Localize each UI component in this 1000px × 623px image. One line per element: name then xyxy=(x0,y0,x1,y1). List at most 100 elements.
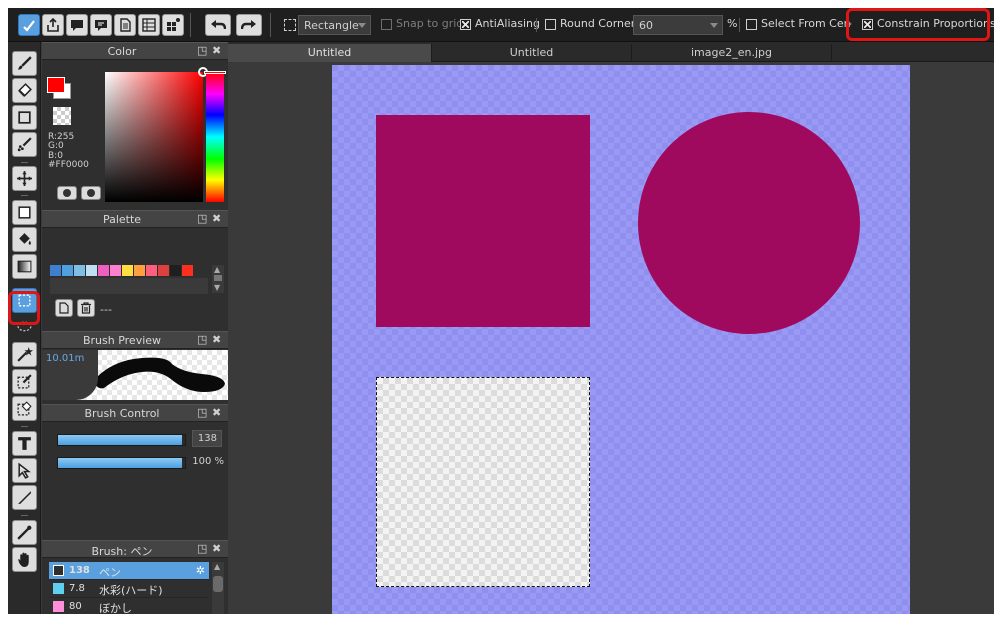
gear-icon[interactable]: ✲ xyxy=(196,564,205,577)
color-panel-header: Color ◳ ✖ xyxy=(42,42,228,60)
popout-icon[interactable]: ◳ xyxy=(197,212,207,225)
palette-swatch[interactable] xyxy=(122,265,133,276)
tab-untitled-2[interactable]: Untitled xyxy=(432,44,632,62)
magic-wand-tool-button[interactable] xyxy=(12,342,37,367)
snap-to-grid-checkbox[interactable] xyxy=(381,19,392,30)
move-tool-button[interactable] xyxy=(12,166,37,191)
grid-settings-button[interactable] xyxy=(162,14,184,36)
close-icon[interactable]: ✖ xyxy=(212,542,221,555)
new-palette-button[interactable] xyxy=(55,299,73,317)
close-icon[interactable]: ✖ xyxy=(212,406,221,419)
close-icon[interactable]: ✖ xyxy=(212,333,221,346)
palette-swatch[interactable] xyxy=(86,265,97,276)
scroll-thumb[interactable] xyxy=(213,576,223,592)
brush-name: ぼかし xyxy=(99,602,132,614)
list-item[interactable]: 138 ペン ✲ xyxy=(49,562,209,580)
eyedropper-tool-button[interactable] xyxy=(12,520,37,545)
hand-tool-button[interactable] xyxy=(12,547,37,572)
chat-button[interactable] xyxy=(90,14,112,36)
comment-button[interactable] xyxy=(66,14,88,36)
select-eraser-tool-button[interactable] xyxy=(12,396,37,421)
tool-divider xyxy=(21,515,28,516)
palette-swatch[interactable] xyxy=(146,265,157,276)
side-panels: Color ◳ ✖ R:255 G:0 B:0 #FF0000 Palette … xyxy=(42,42,228,614)
hue-handle[interactable] xyxy=(204,71,226,74)
operation-tool-button[interactable] xyxy=(12,458,37,483)
magenta-circle-shape xyxy=(638,112,860,334)
palette-swatch[interactable] xyxy=(158,265,169,276)
brush-icon xyxy=(18,56,32,70)
list-item[interactable]: 7.8 水彩(ハード) xyxy=(49,580,209,598)
chevron-up-icon[interactable]: ▲ xyxy=(214,562,220,571)
constrain-proportions-checkbox[interactable] xyxy=(862,19,873,30)
palette-scrollbar[interactable]: ▲ ▼ xyxy=(212,265,224,293)
brush-name: ペン xyxy=(99,566,121,579)
dot-brush-tool-button[interactable] xyxy=(12,132,37,157)
redo-button[interactable] xyxy=(236,14,262,36)
palette-swatch[interactable] xyxy=(170,265,181,276)
shape-select-dropdown[interactable]: Rectangle xyxy=(298,15,371,35)
popout-icon[interactable]: ◳ xyxy=(197,333,207,346)
layer-list-button[interactable] xyxy=(138,14,160,36)
tab-untitled-1[interactable]: Untitled xyxy=(228,44,432,62)
toolbar-separator xyxy=(270,13,271,37)
eraser-icon xyxy=(18,83,32,97)
tab-image2[interactable]: image2_en.jpg xyxy=(632,44,832,62)
popout-icon[interactable]: ◳ xyxy=(197,542,207,555)
palette-swatch[interactable] xyxy=(182,265,193,276)
close-icon[interactable]: ✖ xyxy=(212,44,221,57)
brush-list-scrollbar[interactable]: ▲ xyxy=(212,562,224,614)
scroll-thumb[interactable] xyxy=(214,275,222,281)
tool-divider xyxy=(21,426,28,427)
palette-swatch[interactable] xyxy=(74,265,85,276)
share-button[interactable] xyxy=(42,14,64,36)
select-pen-tool-button[interactable] xyxy=(12,369,37,394)
pen-tool-button[interactable] xyxy=(12,485,37,510)
palette-swatch[interactable] xyxy=(62,265,73,276)
eraser-tool-button[interactable] xyxy=(12,78,37,103)
close-icon[interactable]: ✖ xyxy=(212,212,221,225)
round-corners-checkbox[interactable] xyxy=(545,19,556,30)
brush-opacity-slider[interactable] xyxy=(57,457,186,469)
delete-palette-button[interactable] xyxy=(77,299,95,317)
magenta-square-shape xyxy=(376,115,590,327)
palette-swatch[interactable] xyxy=(98,265,109,276)
hue-slider[interactable] xyxy=(206,72,224,202)
transparent-color-swatch[interactable] xyxy=(53,107,71,125)
palette-swatch[interactable] xyxy=(110,265,121,276)
chevron-down-icon[interactable]: ▼ xyxy=(214,283,220,292)
select-rect-tool-button[interactable] xyxy=(12,288,37,313)
list-item[interactable]: 80 ぼかし xyxy=(49,598,209,614)
palette-swatch[interactable] xyxy=(134,265,145,276)
select-from-center-checkbox[interactable] xyxy=(746,19,757,30)
undo-button[interactable] xyxy=(205,14,231,36)
round-corners-value-field[interactable]: 60 xyxy=(633,15,723,35)
save-cloud-button[interactable] xyxy=(18,14,40,36)
brush-size-value[interactable]: 138 xyxy=(192,430,222,447)
palette-empty-area[interactable] xyxy=(50,278,208,294)
document-button[interactable] xyxy=(114,14,136,36)
color-mixer-button[interactable] xyxy=(81,186,101,200)
bucket-tool-button[interactable] xyxy=(12,227,37,252)
foreground-color-swatch[interactable] xyxy=(47,77,65,93)
color-palette-button[interactable] xyxy=(57,186,77,200)
lasso-tool-button[interactable] xyxy=(12,315,37,340)
speech-bubble-icon xyxy=(71,20,83,31)
chevron-up-icon[interactable]: ▲ xyxy=(214,265,220,274)
redo-arrow-icon xyxy=(241,20,256,30)
text-tool-button[interactable] xyxy=(12,431,37,456)
drawing-canvas[interactable] xyxy=(332,65,910,614)
brush-size-slider[interactable] xyxy=(57,434,186,446)
palette-swatch[interactable] xyxy=(50,265,61,276)
popout-icon[interactable]: ◳ xyxy=(197,44,207,57)
brush-size-fill xyxy=(58,435,183,445)
antialiasing-checkbox[interactable] xyxy=(460,19,471,30)
rectangle-selection[interactable] xyxy=(376,377,590,587)
popout-icon[interactable]: ◳ xyxy=(197,406,207,419)
brush-tool-button[interactable] xyxy=(12,51,37,76)
round-corners-value: 60 xyxy=(639,19,653,32)
shape-tool-button[interactable] xyxy=(12,105,37,130)
fill-rect-tool-button[interactable] xyxy=(12,200,37,225)
gradient-tool-button[interactable] xyxy=(12,254,37,279)
color-saturation-picker[interactable] xyxy=(105,72,203,202)
